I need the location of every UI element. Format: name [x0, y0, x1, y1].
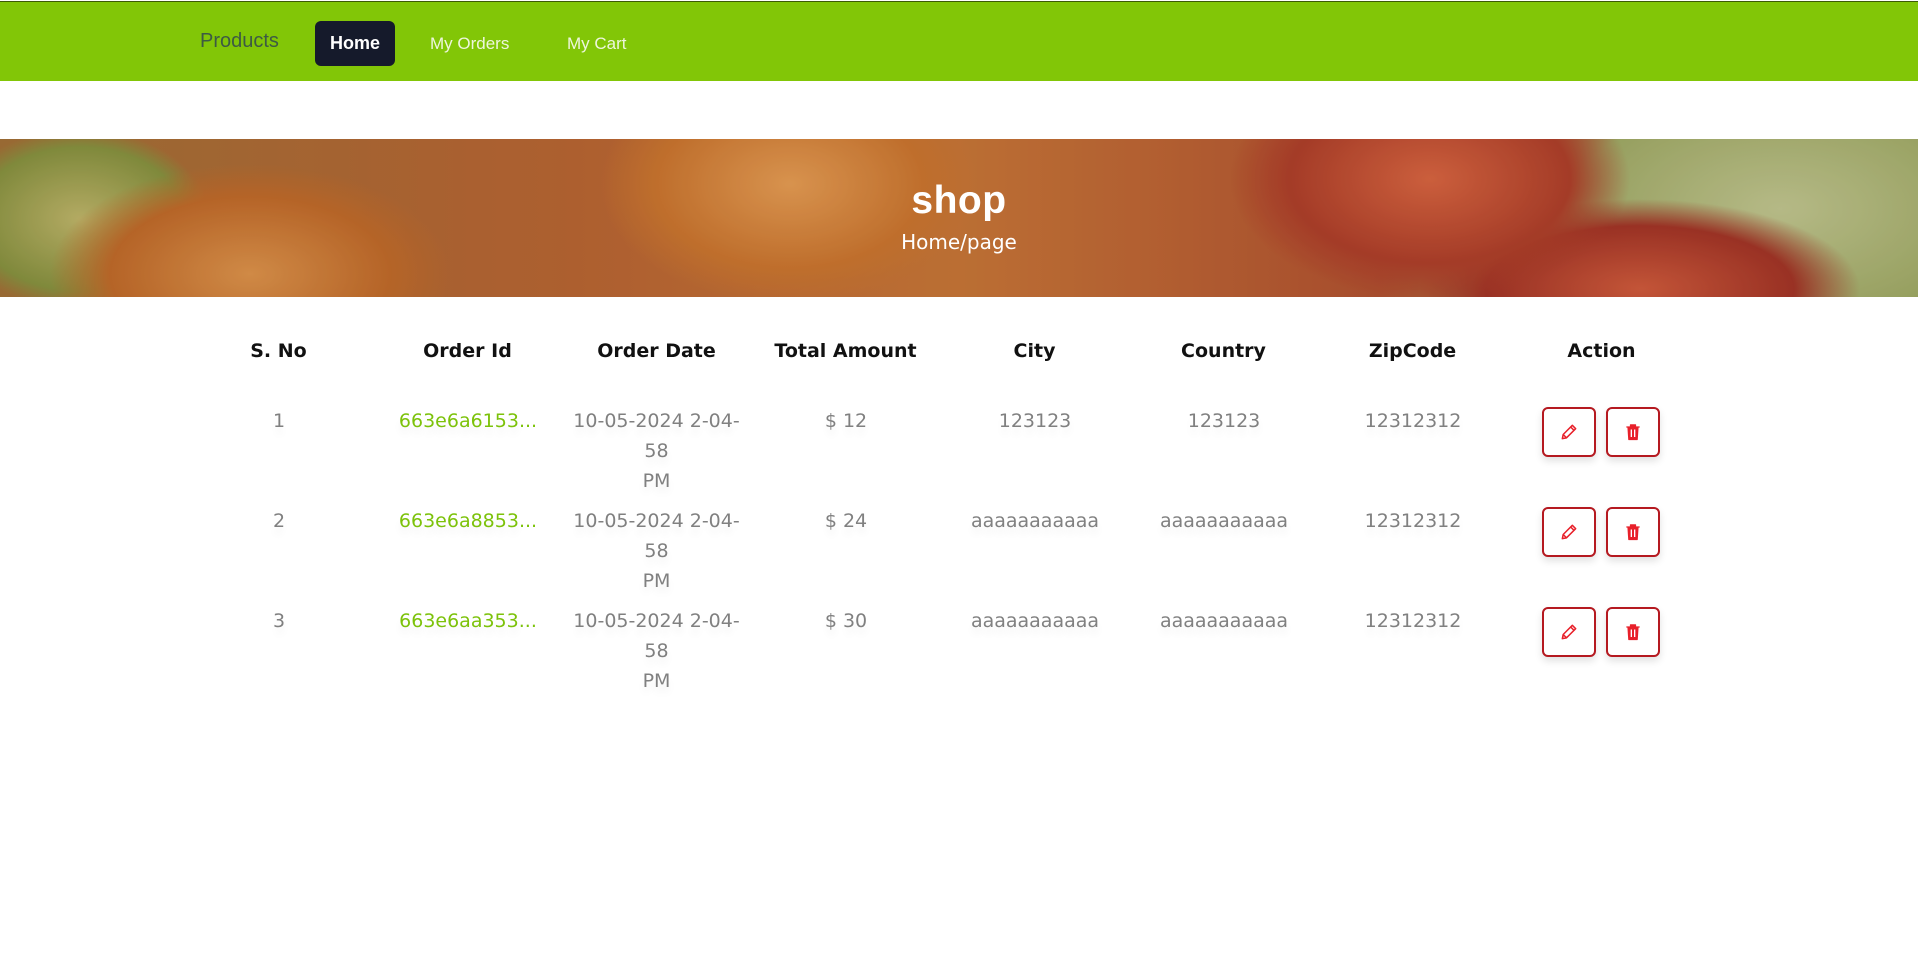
brand-link[interactable]: Products: [200, 30, 279, 53]
cell-zipcode: 12312312: [1364, 610, 1462, 632]
header-sno: S. No: [250, 340, 307, 362]
cell-order-date: 10-05-2024 2-04-58 PM: [562, 406, 751, 496]
order-date-line: 10-05-2024 2-04-58: [573, 610, 740, 662]
cell-city: aaaaaaaaaaa: [970, 510, 1100, 532]
delete-button[interactable]: [1606, 507, 1660, 557]
cell-sno: 1: [272, 410, 286, 432]
header-city: City: [1013, 340, 1056, 362]
cell-order-date: 10-05-2024 2-04-58 PM: [562, 506, 751, 596]
order-date-line: PM: [642, 570, 671, 592]
delete-button[interactable]: [1606, 407, 1660, 457]
cell-country: aaaaaaaaaaa: [1159, 510, 1289, 532]
nav-my-cart[interactable]: My Cart: [567, 21, 627, 66]
header-total-amount: Total Amount: [774, 340, 917, 362]
cell-total-amount: $ 24: [824, 510, 868, 532]
header-zipcode: ZipCode: [1368, 340, 1457, 362]
order-id-link[interactable]: 663e6a6153...: [383, 406, 553, 436]
header-order-date: Order Date: [597, 340, 716, 362]
delete-button[interactable]: [1606, 607, 1660, 657]
trash-icon: [1626, 424, 1640, 441]
cell-city: aaaaaaaaaaa: [970, 610, 1100, 632]
hero-banner: shop Home/page: [0, 139, 1918, 297]
navbar: Products Home My Orders My Cart: [0, 1, 1918, 81]
order-date-line: 10-05-2024 2-04-58: [573, 410, 740, 462]
trash-icon: [1626, 624, 1640, 641]
edit-button[interactable]: [1542, 407, 1596, 457]
order-date-line: PM: [642, 470, 671, 492]
trash-icon: [1626, 524, 1640, 541]
cell-zipcode: 12312312: [1364, 410, 1462, 432]
cell-sno: 3: [272, 610, 286, 632]
order-id-link[interactable]: 663e6a8853...: [383, 506, 553, 536]
page-title: shop: [911, 179, 1007, 222]
header-order-id: Order Id: [423, 340, 512, 362]
pencil-icon: [1561, 424, 1577, 440]
cell-total-amount: $ 12: [824, 410, 868, 432]
breadcrumb: Home/page: [901, 230, 1017, 254]
order-date-line: 10-05-2024 2-04-58: [573, 510, 740, 562]
header-country: Country: [1181, 340, 1266, 362]
cell-zipcode: 12312312: [1364, 510, 1462, 532]
order-date-line: PM: [642, 670, 671, 692]
cell-order-date: 10-05-2024 2-04-58 PM: [562, 606, 751, 696]
cell-sno: 2: [272, 510, 286, 532]
pencil-icon: [1561, 624, 1577, 640]
edit-button[interactable]: [1542, 607, 1596, 657]
nav-my-orders[interactable]: My Orders: [430, 21, 509, 66]
nav-home[interactable]: Home: [315, 21, 396, 66]
cell-city: 123123: [998, 410, 1072, 432]
cell-total-amount: $ 30: [824, 610, 868, 632]
cell-country: aaaaaaaaaaa: [1159, 610, 1289, 632]
header-action: Action: [1567, 340, 1636, 362]
pencil-icon: [1561, 524, 1577, 540]
edit-button[interactable]: [1542, 507, 1596, 557]
cell-country: 123123: [1187, 410, 1261, 432]
order-id-link[interactable]: 663e6aa353...: [383, 606, 553, 636]
